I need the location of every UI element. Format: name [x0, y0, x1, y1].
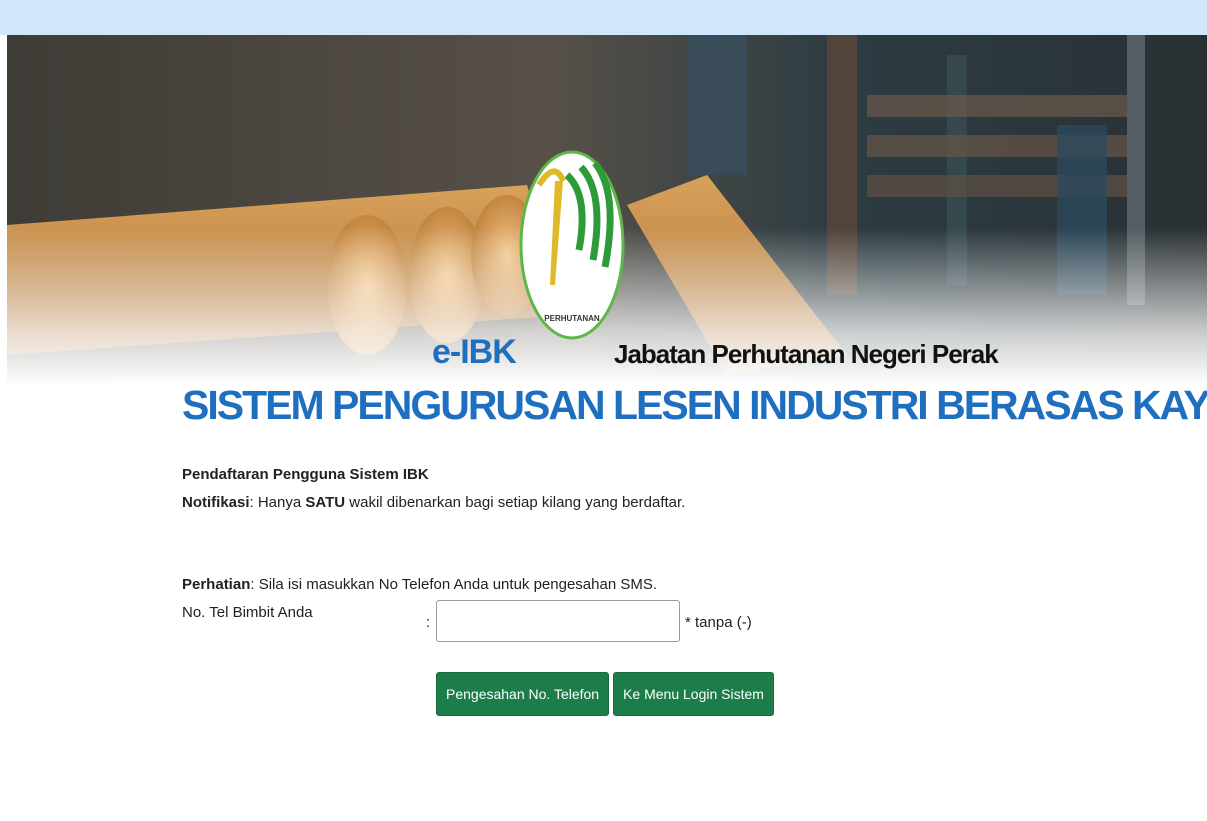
notification-post: wakil dibenarkan bagi setiap kilang yang… — [345, 494, 686, 511]
top-bar — [0, 0, 1207, 35]
action-buttons: Pengesahan No. Telefon Ke Menu Login Sis… — [436, 672, 774, 716]
brand-name: e-IBK — [432, 333, 517, 371]
system-title: SISTEM PENGURUSAN LESEN INDUSTRI BERASAS… — [182, 382, 1207, 428]
phone-label: No. Tel Bimbit Anda — [182, 604, 313, 621]
phone-colon: : — [426, 614, 431, 631]
registration-form: Pendaftaran Pengguna Sistem IBK Notifika… — [182, 462, 1082, 716]
notification-text: Notifikasi: Hanya SATU wakil dibenarkan … — [182, 490, 1082, 516]
phone-input[interactable] — [436, 600, 680, 642]
sawmill-photo: PERHUTANAN — [7, 35, 1207, 385]
perhutanan-logo: PERHUTANAN — [519, 150, 625, 340]
notification-bold: SATU — [305, 494, 346, 511]
svg-text:PERHUTANAN: PERHUTANAN — [544, 314, 600, 323]
login-menu-button[interactable]: Ke Menu Login Sistem — [613, 672, 774, 716]
attention-text: Perhatian: Sila isi masukkan No Telefon … — [182, 572, 1082, 598]
notification-pre: : Hanya — [249, 494, 306, 511]
phone-row: No. Tel Bimbit Anda : * tanpa (-) — [182, 600, 1082, 646]
section-title: Pendaftaran Pengguna Sistem IBK — [182, 466, 429, 483]
attention-body: : Sila isi masukkan No Telefon Anda untu… — [250, 576, 657, 593]
department-name: Jabatan Perhutanan Negeri Perak — [614, 339, 999, 369]
verify-phone-button[interactable]: Pengesahan No. Telefon — [436, 672, 610, 716]
phone-hint: * tanpa (-) — [685, 614, 752, 631]
attention-label: Perhatian — [182, 576, 251, 593]
notification-label: Notifikasi — [182, 494, 250, 511]
header-banner: PERHUTANAN — [7, 35, 1207, 385]
